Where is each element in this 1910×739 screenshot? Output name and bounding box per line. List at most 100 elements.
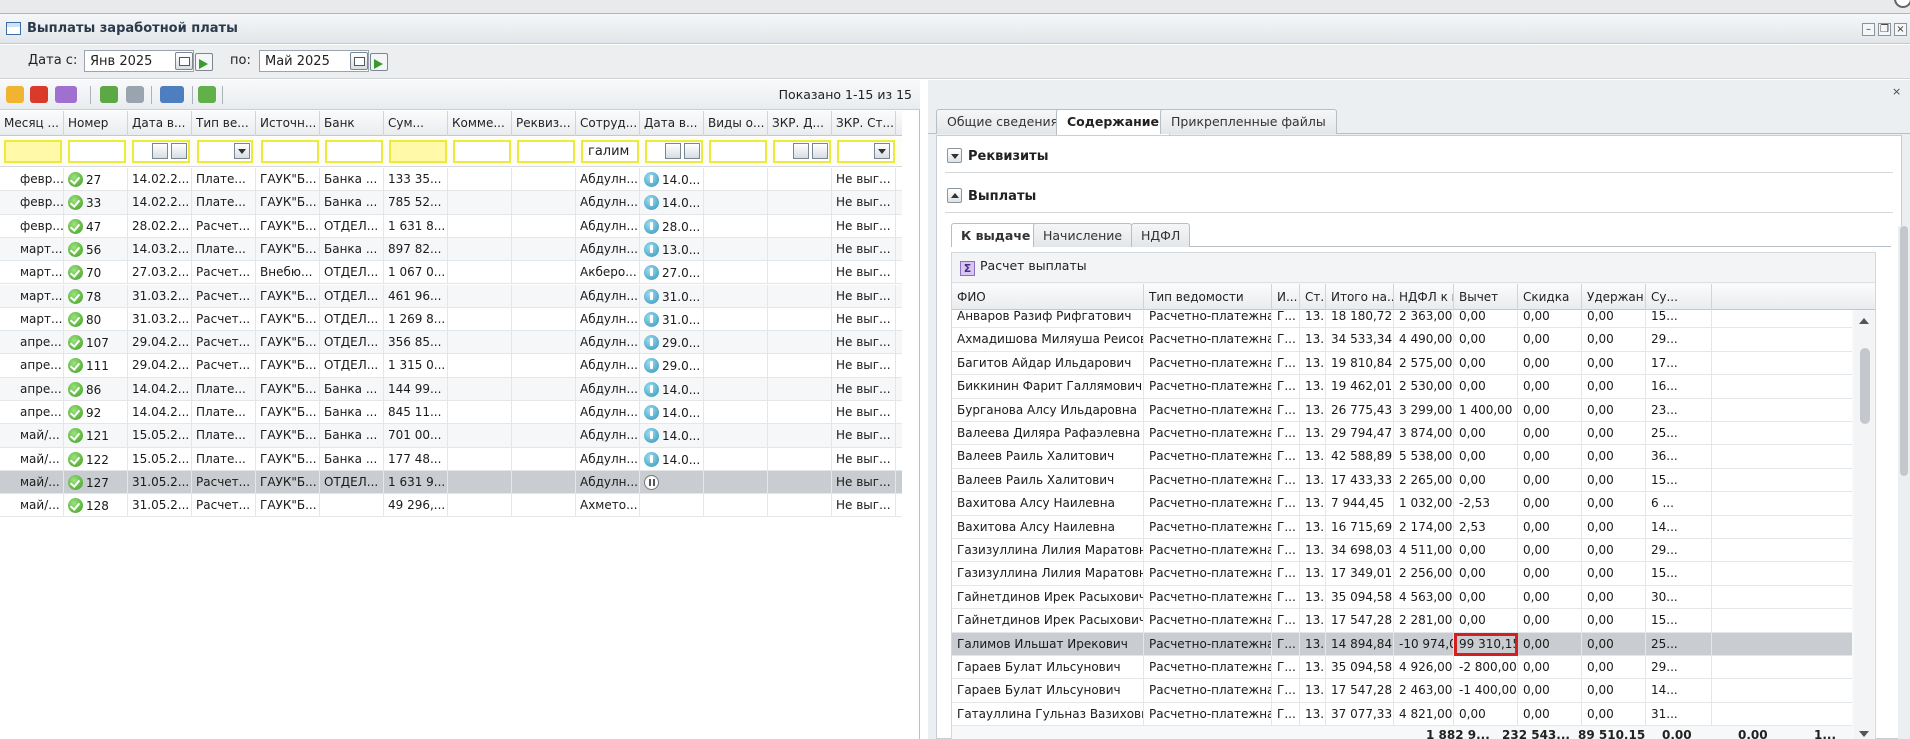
column-header[interactable]: Сум... — [384, 111, 448, 136]
chevron-up-icon[interactable] — [947, 188, 962, 203]
section-requisites[interactable]: Реквизиты — [947, 148, 1048, 168]
close-icon[interactable]: × — [1892, 86, 1904, 98]
table-row[interactable]: Гараев Булат Ильсунович Расчетно-платежна… — [952, 656, 1852, 680]
table-row[interactable]: март... 78 31.03.2... Расчет... ГАУК"Б... ОТД… — [0, 284, 902, 308]
table-row[interactable]: февр... 27 14.02.2... Плате... ГАУК"Б... Банк… — [0, 168, 902, 192]
table-row[interactable]: Валеева Диляра Рафаэлевна Расчетно-платеж… — [952, 422, 1852, 446]
delete-icon[interactable] — [30, 86, 48, 103]
column-header[interactable]: Номер — [64, 111, 128, 136]
apply-arrow-icon[interactable] — [812, 143, 828, 159]
column-header[interactable]: И... — [1272, 284, 1300, 310]
refresh-icon[interactable] — [198, 86, 216, 103]
filter-requisites[interactable] — [517, 140, 575, 163]
calendar-icon[interactable] — [793, 143, 809, 159]
table-row[interactable]: март... 80 31.03.2... Расчет... ГАУК"Б... ОТД… — [0, 307, 902, 332]
table-row[interactable]: апре... 107 29.04.2... Расчет... ГАУК"Б... ОТ… — [0, 331, 902, 355]
subtab-to-pay[interactable]: К выдаче — [951, 223, 1041, 247]
section-payments[interactable]: Выплаты — [947, 188, 1036, 208]
column-header[interactable]: Дата в... — [128, 111, 192, 136]
table-row[interactable]: Багитов Айдар Ильдарович Расчетно-платежн… — [952, 351, 1852, 376]
filter-source[interactable] — [261, 140, 319, 163]
table-row[interactable]: Гатауллина Гульназ Вазиховна Расчетно-пла… — [952, 702, 1852, 727]
chevron-down-icon[interactable] — [874, 143, 890, 159]
column-header[interactable]: Вычет — [1454, 284, 1518, 310]
column-header[interactable]: Су... — [1646, 284, 1712, 310]
table-row[interactable]: Биккинин Фарит Галлямович Расчетно-платеж… — [952, 375, 1852, 399]
table-row[interactable]: апре... 86 14.04.2... Плате... ГАУК"Б... Банк… — [0, 377, 902, 401]
table-row[interactable]: Гайнетдинов Ирек Расыхович Расчетно-плате… — [952, 585, 1852, 610]
column-header[interactable]: Дата в... — [640, 111, 704, 136]
filter-employee[interactable]: галим — [581, 140, 639, 163]
grid-scrollbar[interactable] — [1854, 310, 1874, 739]
actions-menu-icon[interactable] — [55, 86, 77, 103]
filter-kinds[interactable] — [709, 140, 767, 163]
table-row[interactable]: Галимов Ильшат Ирекович Расчетно-платежна… — [952, 632, 1852, 656]
column-header[interactable]: Сотруд... — [576, 111, 640, 136]
subtab-accrual[interactable]: Начисление — [1033, 223, 1133, 247]
scroll-thumb[interactable] — [1860, 348, 1870, 424]
table-row[interactable]: Бурганова Алсу Ильдаровна Расчетно-платеж… — [952, 398, 1852, 422]
apply-arrow-icon[interactable] — [370, 53, 388, 71]
table-row[interactable]: Гараев Булат Ильсунович Расчетно-платежна… — [952, 679, 1852, 703]
restore-button[interactable]: ❐ — [1878, 23, 1891, 36]
tab-attachments[interactable]: Прикрепленные файлы — [1160, 109, 1337, 134]
unapprove-icon[interactable] — [126, 86, 144, 103]
table-row[interactable]: март... 70 27.03.2... Расчет... Внебю... ОТДЕ… — [0, 261, 902, 285]
column-header[interactable]: Месяц ... — [0, 111, 64, 136]
column-header[interactable]: Итого на... — [1326, 284, 1394, 310]
column-header[interactable]: Источн... — [256, 111, 320, 136]
table-row[interactable]: март... 56 14.03.2... Плате... ГАУК"Б... Банк… — [0, 237, 902, 262]
column-header[interactable]: Тип ведомости — [1144, 284, 1272, 310]
column-header[interactable]: Реквиз... — [512, 111, 576, 136]
close-button[interactable]: × — [1894, 23, 1907, 36]
tab-general[interactable]: Общие сведения — [936, 109, 1070, 134]
table-row[interactable]: Гайнетдинов Ирек Расыхович Расчетно-плате… — [952, 609, 1852, 633]
detail-scrollbar[interactable] — [1898, 226, 1910, 739]
subtab-ndfl[interactable]: НДФЛ — [1131, 223, 1191, 247]
table-row[interactable]: Анваров Разиф Рифгатович Расчетно-платежн… — [952, 310, 1852, 329]
user-circle-icon[interactable] — [1894, 0, 1910, 8]
calc-payment-button[interactable]: Σ Расчет выплаты — [960, 258, 1087, 276]
calendar-icon[interactable] — [175, 52, 193, 70]
calendar-icon[interactable] — [152, 143, 168, 159]
column-header[interactable]: Ст... — [1300, 284, 1326, 310]
apply-arrow-icon[interactable] — [195, 53, 213, 71]
scroll-up-icon[interactable] — [1859, 318, 1869, 324]
tab-content[interactable]: Содержание — [1056, 109, 1171, 135]
table-row[interactable]: май/... 127 31.05.2... Расчет... ГАУК"Б... ОТ… — [0, 470, 902, 495]
chevron-down-icon[interactable] — [234, 143, 250, 159]
table-row[interactable]: февр... 33 14.02.2... Плате... ГАУК"Б... Банк… — [0, 191, 902, 215]
filter-comment[interactable] — [453, 140, 511, 163]
column-header[interactable]: Виды о... — [704, 111, 768, 136]
print-menu-icon[interactable] — [160, 86, 184, 103]
table-row[interactable]: Ахмадишова Миляуша Реисовна Расчетно-плат… — [952, 328, 1852, 352]
approve-icon[interactable] — [100, 86, 118, 103]
calendar-icon[interactable] — [665, 143, 681, 159]
column-header[interactable]: ЗКР. Ст... — [832, 111, 896, 136]
filter-number[interactable] — [68, 140, 126, 163]
calendar-icon[interactable] — [350, 52, 368, 70]
table-row[interactable]: Газизуллина Лилия Маратовна Расчетно-плат… — [952, 539, 1852, 563]
table-row[interactable]: май/... 128 31.05.2... Расчет... ГАУК"Б... 49… — [0, 494, 902, 518]
table-row[interactable]: май/... 121 15.05.2... Плате... ГАУК"Б... Бан… — [0, 424, 902, 448]
column-header[interactable]: Удержан... — [1582, 284, 1646, 310]
table-row[interactable]: май/... 122 15.05.2... Плате... ГАУК"Б... Бан… — [0, 447, 902, 471]
column-header[interactable]: Комме... — [448, 111, 512, 136]
table-row[interactable]: апре... 92 14.04.2... Плате... ГАУК"Б... Банк… — [0, 401, 902, 425]
table-row[interactable]: Газизуллина Лилия Маратовна Расчетно-плат… — [952, 562, 1852, 586]
apply-arrow-icon[interactable] — [684, 143, 700, 159]
column-header[interactable]: Скидка — [1518, 284, 1582, 310]
column-header[interactable]: Тип ве... — [192, 111, 256, 136]
table-row[interactable]: Вахитова Алсу Наилевна Расчетно-платежная… — [952, 515, 1852, 539]
filter-month[interactable] — [4, 140, 62, 163]
table-row[interactable]: Вахитова Алсу Наилевна Расчетно-платежная… — [952, 492, 1852, 516]
column-header[interactable]: ЗКР. Д... — [768, 111, 832, 136]
table-row[interactable]: Валеев Раиль Халитович Расчетно-платежная… — [952, 445, 1852, 469]
minimize-button[interactable]: – — [1862, 23, 1875, 36]
scroll-thumb[interactable] — [1900, 226, 1908, 476]
filter-bank[interactable] — [325, 140, 383, 163]
column-header[interactable]: Банк — [320, 111, 384, 136]
column-header[interactable]: НДФЛ к п... — [1394, 284, 1454, 310]
table-row[interactable]: Валеев Раиль Халитович Расчетно-платежная… — [952, 468, 1852, 493]
filter-sum[interactable] — [389, 140, 447, 163]
